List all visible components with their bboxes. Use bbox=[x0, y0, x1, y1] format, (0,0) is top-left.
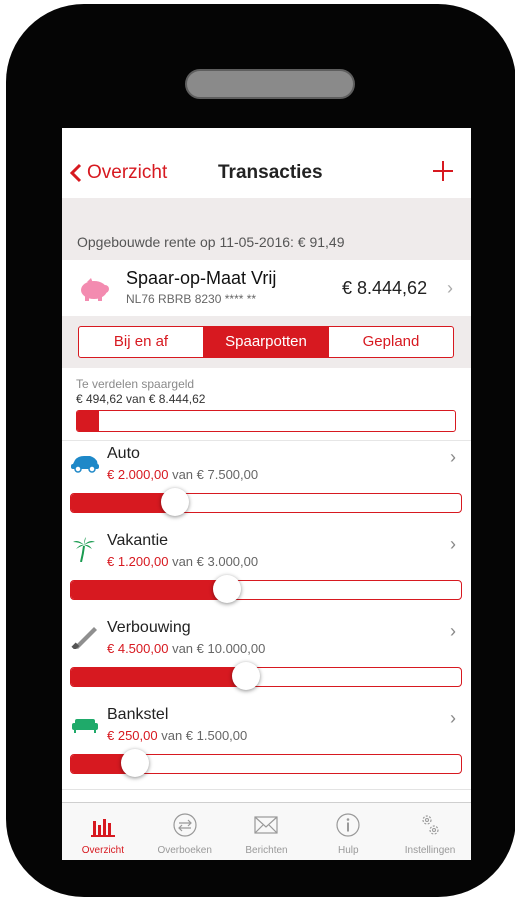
tab-overzicht[interactable]: Overzicht bbox=[62, 803, 144, 860]
pot-saved: € 250,00 bbox=[107, 728, 158, 743]
tab-instellingen[interactable]: Instellingen bbox=[389, 803, 471, 860]
pot-target: van € 1.500,00 bbox=[161, 728, 248, 743]
car-icon bbox=[71, 456, 99, 473]
pot-progress-fill bbox=[71, 668, 247, 686]
pot-name: Verbouwing bbox=[107, 619, 191, 636]
pot-name: Vakantie bbox=[107, 532, 169, 549]
navigation-bar: Overzicht Transacties bbox=[62, 128, 471, 199]
pot-amount: € 1.200,00 van € 3.000,00 bbox=[107, 554, 258, 569]
account-row[interactable]: Spaar-op-Maat Vrij NL76 RBRB 8230 **** *… bbox=[62, 260, 471, 316]
plus-icon[interactable] bbox=[430, 158, 456, 184]
pot-slider-handle[interactable] bbox=[212, 575, 241, 603]
tab-label: Overzicht bbox=[81, 845, 125, 856]
tab-bar: Overzicht Overboeken Berichten Hulp Inst… bbox=[62, 802, 471, 860]
gears-icon bbox=[422, 815, 439, 835]
account-name: Spaar-op-Maat Vrij bbox=[126, 268, 277, 288]
pot-target: van € 10.000,00 bbox=[172, 641, 266, 656]
interest-text: Opgebouwde rente op 11-05-2016: € 91,49 bbox=[77, 234, 345, 250]
pot-row-bankstel[interactable]: Bankstel € 250,00 van € 1.500,00 › bbox=[62, 702, 471, 790]
saw-icon bbox=[71, 627, 97, 649]
tab-label: Hulp bbox=[338, 845, 359, 856]
tab-overboeken[interactable]: Overboeken bbox=[144, 803, 226, 860]
to-distribute-section: Te verdelen spaargeld € 494,62 van € 8.4… bbox=[62, 368, 471, 441]
info-icon bbox=[336, 813, 360, 837]
transfer-icon bbox=[173, 813, 197, 837]
palm-tree-icon bbox=[73, 537, 95, 562]
interest-banner: Opgebouwde rente op 11-05-2016: € 91,49 bbox=[62, 198, 471, 260]
pot-name: Bankstel bbox=[107, 706, 169, 723]
to-distribute-label: Te verdelen spaargeld bbox=[76, 377, 195, 391]
segment-spaarpotten[interactable]: Spaarpotten bbox=[203, 327, 328, 357]
app-screen: Overzicht Transacties Opgebouwde rente o… bbox=[62, 128, 471, 860]
chevron-right-icon: › bbox=[450, 621, 456, 641]
pot-row-auto[interactable]: Auto € 2.000,00 van € 7.500,00 › bbox=[62, 441, 471, 529]
pot-name: Auto bbox=[107, 445, 140, 462]
chevron-left-icon bbox=[69, 163, 82, 183]
pot-slider-handle[interactable] bbox=[160, 488, 189, 516]
pot-target: van € 7.500,00 bbox=[172, 467, 259, 482]
segment-bij-en-af[interactable]: Bij en af bbox=[79, 327, 203, 357]
chevron-right-icon: › bbox=[447, 278, 453, 298]
chevron-right-icon: › bbox=[450, 534, 456, 554]
pot-amount: € 4.500,00 van € 10.000,00 bbox=[107, 641, 265, 656]
pot-progress-track bbox=[70, 667, 462, 687]
segmented-control: Bij en af Spaarpotten Gepland bbox=[78, 326, 454, 358]
tab-hulp[interactable]: Hulp bbox=[307, 803, 389, 860]
chevron-right-icon: › bbox=[450, 447, 456, 467]
pot-saved: € 4.500,00 bbox=[107, 641, 169, 656]
pot-row-vakantie[interactable]: Vakantie € 1.200,00 van € 3.000,00 › bbox=[62, 528, 471, 616]
segment-bar: Bij en af Spaarpotten Gepland bbox=[62, 316, 471, 368]
envelope-icon bbox=[254, 816, 279, 834]
account-iban: NL76 RBRB 8230 **** ** bbox=[126, 292, 257, 306]
back-button[interactable]: Overzicht bbox=[68, 162, 167, 184]
pot-progress-fill bbox=[71, 494, 176, 512]
segment-gepland[interactable]: Gepland bbox=[328, 327, 453, 357]
tab-label: Overboeken bbox=[157, 845, 212, 856]
to-distribute-value: € 494,62 van € 8.444,62 bbox=[76, 392, 206, 406]
pot-saved: € 1.200,00 bbox=[107, 554, 169, 569]
bar-chart-icon bbox=[90, 819, 115, 837]
piggy-bank-icon bbox=[81, 278, 109, 301]
tab-label: Berichten bbox=[245, 845, 288, 856]
to-distribute-bar bbox=[76, 410, 456, 432]
back-label: Overzicht bbox=[87, 162, 168, 183]
pot-amount: € 2.000,00 van € 7.500,00 bbox=[107, 467, 258, 482]
pot-target: van € 3.000,00 bbox=[172, 554, 259, 569]
nav-blank-area bbox=[344, 165, 400, 183]
phone-speaker bbox=[185, 69, 355, 99]
pot-row-verbouwing[interactable]: Verbouwing € 4.500,00 van € 10.000,00 › bbox=[62, 615, 471, 703]
pot-progress-track bbox=[70, 580, 462, 600]
pot-saved: € 2.000,00 bbox=[107, 467, 169, 482]
pot-progress-fill bbox=[71, 581, 227, 599]
tab-label: Instellingen bbox=[404, 845, 456, 856]
sofa-icon bbox=[72, 719, 98, 733]
tab-berichten[interactable]: Berichten bbox=[226, 803, 308, 860]
page-title: Transacties bbox=[218, 162, 323, 183]
pot-progress-track bbox=[70, 493, 462, 513]
to-distribute-fill bbox=[77, 411, 100, 431]
chevron-right-icon: › bbox=[450, 708, 456, 728]
pot-amount: € 250,00 van € 1.500,00 bbox=[107, 728, 247, 743]
account-balance: € 8.444,62 bbox=[342, 278, 428, 298]
